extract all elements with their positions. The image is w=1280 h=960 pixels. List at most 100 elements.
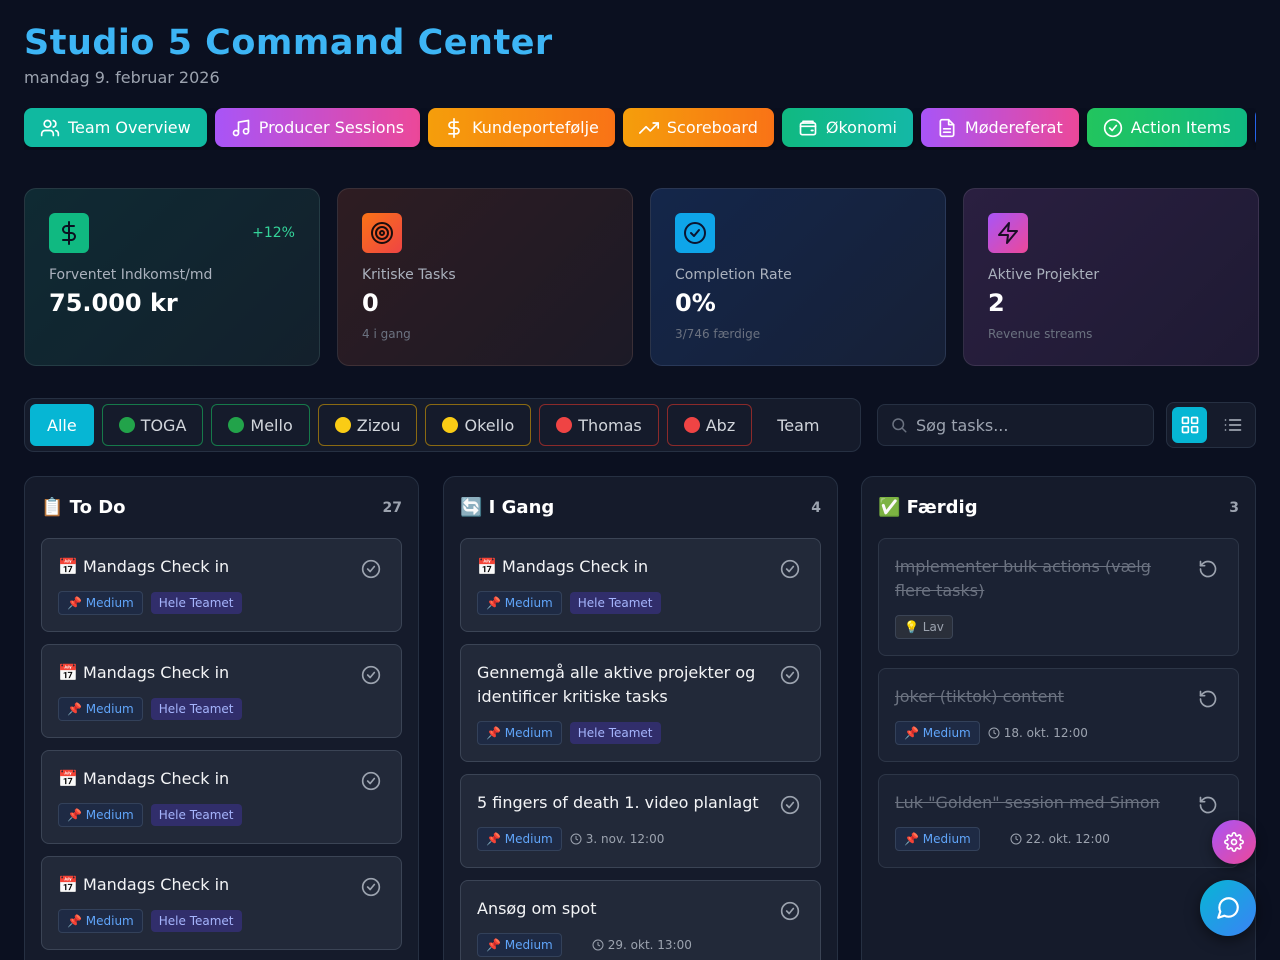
stat-label: Completion Rate — [675, 267, 792, 283]
settings-fab[interactable] — [1212, 820, 1256, 864]
due-date-text: 22. okt. 12:00 — [1025, 832, 1110, 846]
gear-icon — [1224, 832, 1244, 852]
task-card[interactable]: 📅 Mandags Check in 📌 Medium Hele Teamet — [41, 538, 402, 632]
nav-bar: Team Overview Producer Sessions Kundepor… — [24, 108, 1256, 150]
nav-modereferat[interactable]: Mødereferat — [920, 108, 1079, 147]
page-date: mandag 9. februar 2026 — [24, 68, 220, 87]
stat-icon-box — [675, 213, 715, 253]
priority-badge: 📌 Medium — [477, 721, 562, 745]
filter-chip-alle[interactable]: Alle — [30, 404, 94, 446]
nav-producer-sessions[interactable]: Producer Sessions — [214, 108, 421, 147]
column-todo: 📋 To Do 27 📅 Mandags Check in 📌 Medium He… — [24, 476, 419, 960]
complete-task-button[interactable] — [780, 901, 800, 921]
filter-chip-thomas[interactable]: Thomas — [539, 404, 659, 446]
complete-task-button[interactable] — [361, 665, 381, 685]
complete-task-button[interactable] — [780, 559, 800, 579]
filter-chip-zizou[interactable]: Zizou — [317, 404, 418, 446]
red-dot-icon — [683, 417, 700, 433]
stat-value: 2 — [988, 289, 1005, 317]
filter-chip-mello[interactable]: Mello — [211, 404, 310, 446]
red-dot-icon — [556, 417, 573, 433]
check-circle-icon — [684, 222, 706, 244]
task-card[interactable]: Joker (tiktok) content 📌 Medium 18. okt.… — [878, 668, 1239, 762]
column-title: 🔄 I Gang — [460, 497, 555, 518]
nav-action-items[interactable]: Action Items — [1086, 108, 1247, 147]
filter-chip-toga[interactable]: TOGA — [101, 404, 204, 446]
search-icon — [892, 418, 907, 433]
column-count: 27 — [382, 499, 402, 516]
search-input[interactable] — [916, 415, 1136, 435]
chip-label: Team — [777, 415, 820, 435]
complete-task-button[interactable] — [361, 877, 381, 897]
stat-sub: 4 i gang — [362, 327, 411, 341]
stat-card-projects: Aktive Projekter 2 Revenue streams — [963, 188, 1259, 366]
task-card[interactable]: 📅 Mandags Check in 📌 Medium Hele Teamet — [460, 538, 821, 632]
stat-icon-box — [362, 213, 402, 253]
target-icon — [371, 222, 393, 244]
task-card[interactable]: 📅 Mandags Check in 📌 Medium Hele Teamet — [41, 750, 402, 844]
clock-icon — [1010, 833, 1022, 845]
task-card[interactable]: Implementer bulk actions (vælg flere tas… — [878, 538, 1239, 656]
header: Studio 5 Command Center mandag 9. februa… — [24, 22, 553, 87]
stat-sub: 3/746 færdige — [675, 327, 761, 341]
nav-label: Scoreboard — [666, 118, 758, 137]
priority-badge: 📌 Medium — [58, 697, 143, 721]
stats-row: +12% Forventet Indkomst/md 75.000 kr Kri… — [24, 188, 1259, 366]
assignee-badge: Hele Teamet — [150, 698, 242, 720]
task-card[interactable]: Luk "Golden" session med Simon 📌 Medium … — [878, 774, 1239, 868]
grid-view-button[interactable] — [1172, 407, 1207, 443]
complete-task-button[interactable] — [780, 795, 800, 815]
task-title: Gennemgå alle aktive projekter og identi… — [477, 663, 756, 706]
task-title: 5 fingers of death 1. video planlagt — [477, 793, 759, 812]
nav-label: Action Items — [1130, 118, 1231, 137]
due-date-text: 3. nov. 12:00 — [585, 832, 665, 846]
due-date: 29. okt. 13:00 — [592, 938, 692, 952]
reopen-task-button[interactable] — [1198, 559, 1218, 579]
task-card[interactable]: 📅 Mandags Check in 📌 Medium Hele Teamet — [41, 644, 402, 738]
undo-icon — [1199, 690, 1217, 708]
document-icon — [939, 118, 955, 137]
clock-icon — [988, 727, 1000, 739]
task-card[interactable]: 📅 Mandags Check in 📌 Medium Hele Teamet — [41, 856, 402, 950]
dollar-icon — [62, 221, 76, 245]
check-circle-icon — [780, 559, 800, 579]
task-title: 📅 Mandags Check in — [58, 875, 230, 894]
complete-task-button[interactable] — [361, 559, 381, 579]
chip-label: Abz — [705, 415, 736, 435]
nav-more[interactable] — [1254, 108, 1256, 147]
stat-card-income: +12% Forventet Indkomst/md 75.000 kr — [24, 188, 320, 366]
filter-chip-okello[interactable]: Okello — [425, 404, 532, 446]
reopen-task-button[interactable] — [1198, 795, 1218, 815]
task-card[interactable]: 5 fingers of death 1. video planlagt 📌 M… — [460, 774, 821, 868]
task-card[interactable]: Ansøg om spot 📌 Medium 29. okt. 13:00 — [460, 880, 821, 960]
trending-up-icon — [638, 121, 659, 134]
check-circle-icon — [1103, 118, 1122, 137]
column-in-progress: 🔄 I Gang 4 📅 Mandags Check in 📌 Medium He… — [443, 476, 838, 960]
task-card[interactable]: Gennemgå alle aktive projekter og identi… — [460, 644, 821, 762]
music-icon — [232, 119, 250, 136]
nav-team-overview[interactable]: Team Overview — [24, 108, 207, 147]
filter-chip-abz[interactable]: Abz — [666, 404, 753, 446]
stat-label: Aktive Projekter — [988, 267, 1100, 283]
task-title: 📅 Mandags Check in — [58, 769, 230, 788]
list-view-button[interactable] — [1215, 407, 1250, 443]
nav-kundeportefolje[interactable]: Kundeportefølje — [428, 108, 615, 147]
assignee-badge: Hele Teamet — [150, 910, 242, 932]
nav-label: Producer Sessions — [258, 118, 405, 137]
task-search — [877, 404, 1154, 446]
complete-task-button[interactable] — [780, 665, 800, 685]
complete-task-button[interactable] — [361, 771, 381, 791]
chat-fab[interactable] — [1200, 880, 1256, 936]
nav-okonomi[interactable]: Økonomi — [781, 108, 913, 147]
chip-label: Mello — [250, 415, 293, 435]
chip-label: Okello — [464, 415, 515, 435]
yellow-dot-icon — [334, 417, 351, 433]
nav-scoreboard[interactable]: Scoreboard — [622, 108, 774, 147]
reopen-task-button[interactable] — [1198, 689, 1218, 709]
undo-icon — [1199, 796, 1217, 814]
page-title: Studio 5 Command Center — [24, 23, 553, 63]
filter-chip-team[interactable]: Team — [760, 404, 836, 446]
priority-badge: 📌 Medium — [58, 591, 143, 615]
list-icon — [1224, 419, 1241, 431]
nav-label: Mødereferat — [964, 118, 1063, 137]
